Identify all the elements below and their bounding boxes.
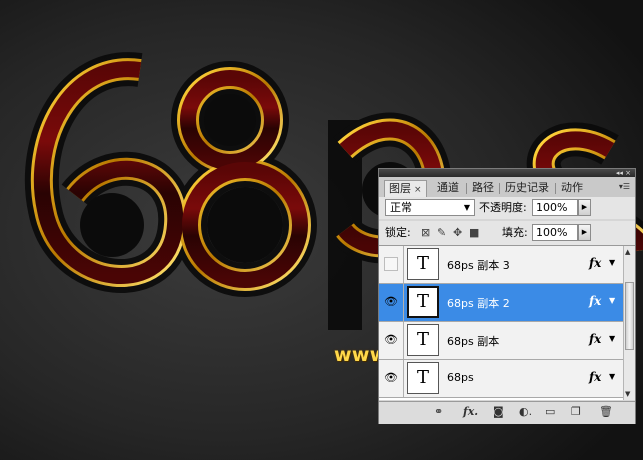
panel-tabs: 图层 × 通道 路径 历史记录 动作 ▾☰ xyxy=(379,177,635,198)
tab-actions[interactable]: 动作 xyxy=(557,180,587,197)
opacity-label: 不透明度: xyxy=(479,201,527,214)
scrollbar-thumb[interactable] xyxy=(625,282,634,350)
text-layer-thumbnail[interactable]: T xyxy=(407,248,439,280)
layer-row[interactable]: 👁 T 68ps 副本 fx ▼ xyxy=(379,322,623,360)
tab-divider xyxy=(466,183,467,194)
lock-move-icon[interactable]: ✥ xyxy=(453,227,462,238)
tab-label: 通道 xyxy=(437,181,459,194)
tab-divider xyxy=(499,183,500,194)
fill-input[interactable]: 100% xyxy=(532,224,578,241)
fill-label: 填充: xyxy=(502,226,528,239)
scroll-down-icon[interactable]: ▼ xyxy=(625,390,630,398)
tab-history[interactable]: 历史记录 xyxy=(501,180,553,197)
tab-channels[interactable]: 通道 xyxy=(433,180,463,197)
tab-label: 历史记录 xyxy=(505,181,549,194)
collapse-icon[interactable]: ◂◂ × xyxy=(616,169,631,177)
expand-effects-icon[interactable]: ▼ xyxy=(609,334,615,343)
blend-mode-value: 正常 xyxy=(390,201,412,214)
mask-icon[interactable]: ◙ xyxy=(493,406,504,418)
layer-name[interactable]: 68ps 副本 3 xyxy=(447,257,510,273)
scroll-up-icon[interactable]: ▲ xyxy=(625,248,630,256)
tab-label: 图层 xyxy=(389,182,411,195)
fx-icon[interactable]: fx xyxy=(589,370,601,384)
panel-menu-icon[interactable]: ▾☰ xyxy=(619,182,630,191)
layer-row[interactable]: 👁 T 68ps fx ▼ xyxy=(379,360,623,398)
fx-icon[interactable]: fx xyxy=(589,256,601,270)
panel-titlebar[interactable]: ◂◂ × xyxy=(379,169,635,177)
tab-label: 路径 xyxy=(472,181,494,194)
fx-icon[interactable]: fx. xyxy=(463,406,478,418)
new-layer-icon[interactable]: ❐ xyxy=(571,406,581,418)
layer-list: T 68ps 副本 3 fx ▼ 👁 T 68ps 副本 2 fx ▼ 👁 T … xyxy=(379,246,623,400)
text-layer-thumbnail[interactable]: T xyxy=(407,286,439,318)
layer-name[interactable]: 68ps 副本 xyxy=(447,333,499,349)
blend-mode-select[interactable]: 正常 ▼ xyxy=(385,199,475,216)
dropdown-arrow-icon: ▼ xyxy=(463,203,470,212)
tab-paths[interactable]: 路径 xyxy=(468,180,498,197)
tab-label: 动作 xyxy=(561,181,583,194)
layer-row[interactable]: 👁 T 68ps 副本 2 fx ▼ xyxy=(379,284,623,322)
divider xyxy=(403,246,404,283)
tab-layers[interactable]: 图层 × xyxy=(384,180,427,197)
lock-all-icon[interactable]: ■ xyxy=(469,227,479,238)
close-icon[interactable]: × xyxy=(414,185,422,195)
divider xyxy=(403,360,404,397)
group-icon[interactable]: ▭ xyxy=(545,406,555,418)
panel-bottom-toolbar: ⚭ fx. ◙ ◐. ▭ ❐ 🗑 xyxy=(379,401,635,424)
lock-brush-icon[interactable]: ✎ xyxy=(437,227,446,238)
layer-row[interactable]: T 68ps 副本 3 fx ▼ xyxy=(379,246,623,284)
fill-stepper[interactable]: ▶ xyxy=(578,224,591,241)
fx-icon[interactable]: fx xyxy=(589,294,601,308)
text-layer-thumbnail[interactable]: T xyxy=(407,324,439,356)
lock-label: 锁定: xyxy=(385,226,411,239)
eye-icon[interactable]: 👁 xyxy=(384,371,398,385)
divider xyxy=(403,322,404,359)
layers-panel: ◂◂ × 图层 × 通道 路径 历史记录 动作 ▾☰ 正常 ▼ 不透明度: 100… xyxy=(378,168,636,424)
eye-icon[interactable]: 👁 xyxy=(384,295,398,309)
divider xyxy=(403,284,404,321)
layer-name[interactable]: 68ps 副本 2 xyxy=(447,295,510,311)
layer-name[interactable]: 68ps xyxy=(447,371,474,384)
eye-icon[interactable]: 👁 xyxy=(384,333,398,347)
blend-row: 正常 ▼ 不透明度: 100% ▶ xyxy=(379,197,635,219)
opacity-stepper[interactable]: ▶ xyxy=(578,199,591,216)
opacity-input[interactable]: 100% xyxy=(532,199,578,216)
expand-effects-icon[interactable]: ▼ xyxy=(609,296,615,305)
tab-divider xyxy=(555,183,556,194)
lock-transparent-icon[interactable]: ⊠ xyxy=(421,227,430,238)
lock-row: 锁定: ⊠ ✎ ✥ ■ 填充: 100% ▶ xyxy=(379,221,635,246)
text-layer-thumbnail[interactable]: T xyxy=(407,362,439,394)
expand-effects-icon[interactable]: ▼ xyxy=(609,258,615,267)
trash-icon[interactable]: 🗑 xyxy=(599,406,613,418)
layers-scrollbar[interactable]: ▲ ▼ xyxy=(623,246,635,400)
expand-effects-icon[interactable]: ▼ xyxy=(609,372,615,381)
link-icon[interactable]: ⚭ xyxy=(434,406,443,418)
visibility-toggle[interactable] xyxy=(384,257,398,271)
fx-icon[interactable]: fx xyxy=(589,332,601,346)
adjustment-icon[interactable]: ◐. xyxy=(519,406,532,418)
